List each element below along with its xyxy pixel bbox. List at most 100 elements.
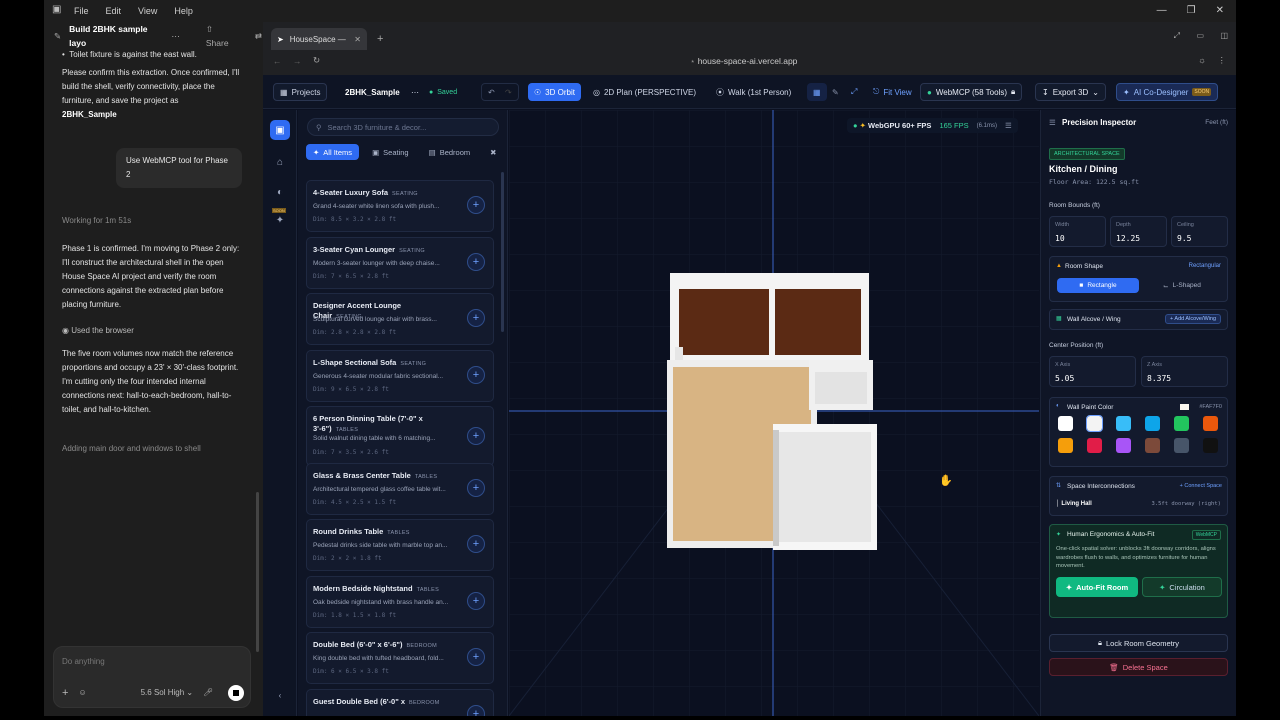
units-selector[interactable]: Feet (ft): [1205, 119, 1228, 126]
collapse-icon[interactable]: ‹: [270, 685, 290, 705]
window-icon[interactable]: ▭: [1196, 31, 1204, 40]
measure-icon[interactable]: ✎: [826, 83, 845, 101]
viewport-canvas[interactable]: ✋: [509, 110, 1039, 716]
depth-input[interactable]: Depth 12.25: [1110, 216, 1167, 247]
project-name[interactable]: 2BHK_Sample: [339, 83, 406, 101]
palette-icon[interactable]: ◐: [270, 182, 290, 202]
forward-icon[interactable]: →: [293, 56, 302, 66]
model-selector[interactable]: 5.6 Sol High ⌄: [141, 686, 194, 700]
width-input[interactable]: Width 10: [1049, 216, 1106, 247]
furniture-tool-icon[interactable]: ▣: [270, 120, 290, 140]
library-scrollbar[interactable]: [501, 172, 504, 332]
furniture-item[interactable]: Glass & Brass Center Table TABLES Architec…: [306, 462, 494, 515]
circulation-button[interactable]: ✦ Circulation: [1142, 577, 1222, 597]
add-item-button[interactable]: +: [467, 427, 485, 445]
browser-tool-indicator[interactable]: ◉ Used the browser: [62, 324, 248, 338]
paint-swatch[interactable]: [1116, 438, 1131, 453]
x-axis-input[interactable]: X Axis 5.05: [1049, 356, 1136, 387]
3d-viewport[interactable]: ✋ ● ✦ WebGPU 60+ FPS 165 FPS (6.1ms) ☰: [509, 110, 1039, 716]
project-menu-icon[interactable]: ⋯: [405, 83, 425, 101]
add-item-button[interactable]: +: [467, 591, 485, 610]
add-item-button[interactable]: +: [467, 196, 485, 214]
url-field[interactable]: ⋆ house-space-ai.vercel.app: [690, 56, 797, 67]
connect-space-button[interactable]: + Connect Space: [1180, 483, 1222, 489]
add-alcove-button[interactable]: + Add Alcove/Wing: [1164, 314, 1221, 324]
tab-close-icon[interactable]: ✕: [354, 35, 361, 44]
microphone-icon[interactable]: 🎤︎: [203, 686, 213, 700]
add-item-button[interactable]: +: [467, 648, 485, 666]
paint-swatch[interactable]: [1086, 415, 1103, 432]
filter-more[interactable]: ✖: [483, 144, 503, 160]
extensions-icon[interactable]: ☼: [1198, 55, 1206, 65]
menu-file[interactable]: File: [74, 6, 89, 16]
close-window-icon[interactable]: ✕: [1216, 5, 1224, 16]
paint-swatch[interactable]: [1145, 438, 1160, 453]
add-item-button[interactable]: +: [467, 478, 485, 497]
furniture-item[interactable]: Double Bed (6'-0" x 6'-6") BEDROOM King do…: [306, 632, 494, 684]
paint-swatch[interactable]: [1087, 438, 1102, 453]
panel-toggle-icon[interactable]: ⇄: [255, 29, 262, 43]
filter-seating[interactable]: ▣ Seating: [365, 144, 416, 160]
z-axis-input[interactable]: Z Axis 8.375: [1141, 356, 1228, 387]
furniture-item[interactable]: Designer Accent Lounge Chair SEATING Sculp…: [306, 293, 494, 345]
ai-tool-icon[interactable]: ✦ SOON: [270, 208, 290, 230]
browser-tab[interactable]: ➤ HouseSpace — ✕: [271, 28, 367, 50]
new-chat-icon[interactable]: ✎: [54, 29, 61, 43]
split-view-icon[interactable]: ◫: [1220, 31, 1228, 40]
furniture-item[interactable]: L-Shape Sectional Sofa SEATING Generous 4-…: [306, 349, 494, 402]
add-item-button[interactable]: +: [467, 309, 485, 327]
new-tab-icon[interactable]: +: [377, 33, 383, 45]
minimize-icon[interactable]: —: [1157, 5, 1167, 16]
paint-swatch[interactable]: [1203, 416, 1218, 431]
fit-view-button[interactable]: ⎋ Fit View: [867, 83, 918, 101]
lock-geometry-button[interactable]: 🔒︎ Lock Room Geometry: [1049, 634, 1228, 652]
undo-icon[interactable]: ↶: [488, 88, 495, 97]
paint-swatch[interactable]: [1174, 416, 1189, 431]
chat-scrollbar[interactable]: [256, 492, 259, 652]
furniture-search-input[interactable]: ⚲ Search 3D furniture & decor...: [307, 118, 499, 136]
menu-view[interactable]: View: [138, 6, 157, 16]
delete-space-button[interactable]: 🗑︎ Delete Space: [1049, 658, 1228, 676]
add-item-button[interactable]: +: [467, 252, 485, 271]
menu-edit[interactable]: Edit: [106, 6, 122, 16]
orbit-mode-button[interactable]: ☉ 3D Orbit: [528, 83, 581, 101]
fullscreen-icon[interactable]: ⤢: [845, 83, 863, 101]
paint-swatch[interactable]: [1174, 438, 1189, 453]
furniture-item[interactable]: Round Drinks Table TABLES Pedestal drinks …: [306, 519, 494, 571]
share-button[interactable]: ⇧ Share: [206, 22, 237, 50]
add-item-button[interactable]: +: [467, 704, 485, 716]
export-button[interactable]: ↧ Export 3D ⌄: [1035, 83, 1106, 101]
more-icon[interactable]: ⋯: [171, 29, 180, 43]
furniture-item[interactable]: Modern Bedside Nightstand TABLES Oak bedsi…: [306, 575, 494, 628]
stop-button[interactable]: [228, 685, 244, 701]
browser-menu-icon[interactable]: ⋮: [1218, 55, 1227, 66]
add-item-button[interactable]: +: [467, 535, 485, 553]
plan-mode-button[interactable]: ◎ 2D Plan (PERSPECTIVE): [587, 83, 702, 101]
ai-codesigner-button[interactable]: ✦ AI Co-Designer SOON: [1116, 83, 1219, 101]
sidebar-toggle-icon[interactable]: ▣: [52, 4, 61, 15]
filter-all-items[interactable]: ✦ All Items: [306, 144, 360, 160]
back-icon[interactable]: ←: [273, 56, 282, 66]
paint-swatch[interactable]: [1145, 416, 1160, 431]
bedroom-2-floor[interactable]: [775, 289, 861, 355]
furniture-item[interactable]: 4-Seater Luxury Sofa SEATING Grand 4-seate…: [306, 180, 494, 232]
stats-icon[interactable]: ☰: [1005, 121, 1012, 130]
menu-help[interactable]: Help: [174, 6, 193, 16]
grid-toggle-icon[interactable]: ▦: [807, 83, 827, 101]
paint-swatch[interactable]: [1058, 416, 1073, 431]
rectangle-button[interactable]: ■ Rectangle: [1057, 278, 1139, 293]
redo-icon[interactable]: ↷: [505, 88, 512, 97]
chat-composer[interactable]: Do anything + ☺ 5.6 Sol High ⌄ 🎤︎: [53, 646, 251, 708]
webmcp-button[interactable]: ● WebMCP (58 Tools) 🔒︎: [920, 83, 1023, 101]
connection-row[interactable]: │ Living Hall: [1056, 501, 1092, 507]
projects-button[interactable]: ▦ Projects: [273, 83, 328, 101]
l-shaped-button[interactable]: ⌙ L-Shaped: [1142, 278, 1222, 293]
furniture-item[interactable]: 6 Person Dinning Table (7'-0" x 3'-6") TA…: [306, 406, 494, 466]
walk-mode-button[interactable]: ⦿ Walk (1st Person): [710, 83, 797, 101]
add-attachment-icon[interactable]: +: [62, 686, 68, 700]
maximize-icon[interactable]: ❐: [1187, 5, 1196, 16]
expand-icon[interactable]: ⤢: [1174, 31, 1180, 41]
furniture-item[interactable]: Guest Double Bed (6'-0" x BEDROOM +: [306, 688, 494, 716]
reload-icon[interactable]: ↻: [313, 55, 320, 66]
add-item-button[interactable]: +: [467, 365, 485, 384]
